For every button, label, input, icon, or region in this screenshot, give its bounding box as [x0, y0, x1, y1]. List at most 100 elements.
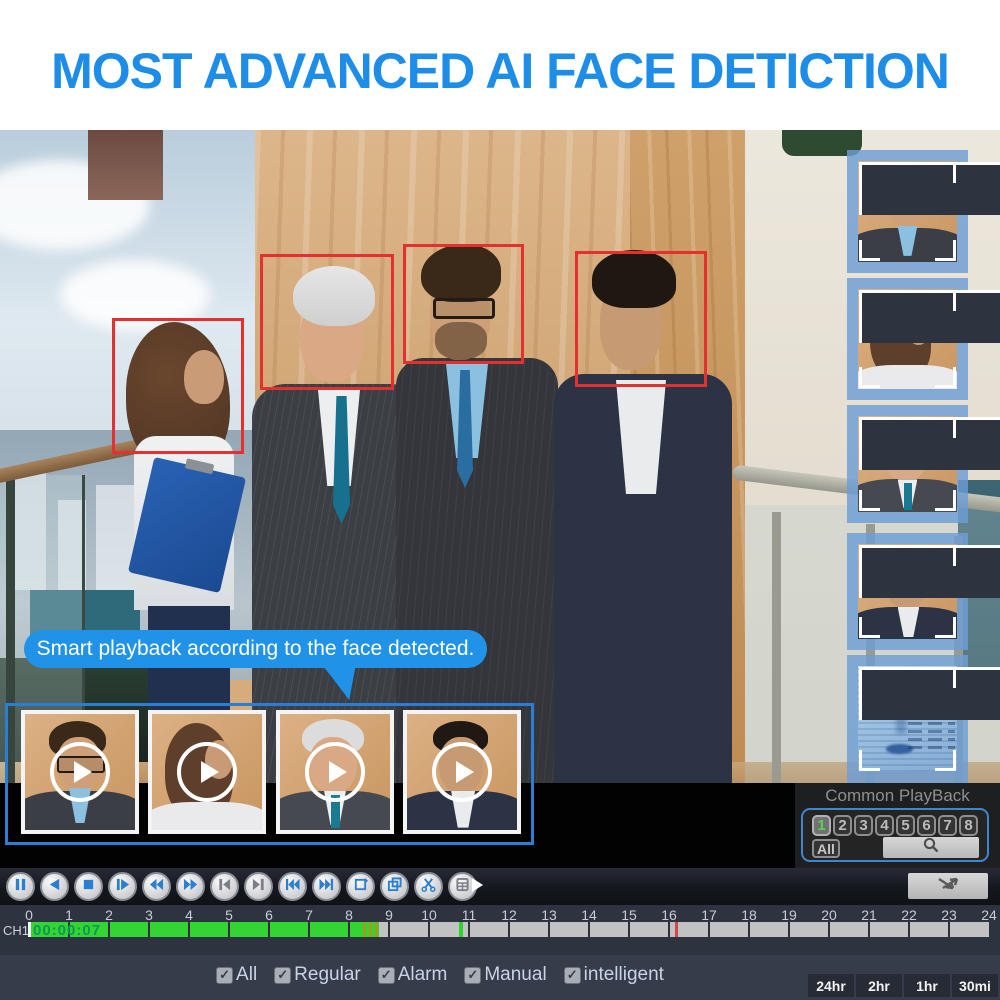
corner-bracket-icon — [859, 750, 880, 771]
hour-tick — [188, 922, 190, 937]
stop-button[interactable] — [74, 872, 103, 901]
channel-button-8[interactable]: 8 — [959, 815, 978, 836]
current-time-label: 00:00:07 — [33, 922, 101, 939]
corner-bracket-icon — [859, 162, 1000, 215]
channel-button-4[interactable]: 4 — [875, 815, 894, 836]
cut-button[interactable] — [414, 872, 443, 901]
channel-buttons-row: 12345678 — [812, 815, 978, 836]
filter-alarm[interactable]: ✓Alarm — [378, 964, 448, 986]
playback-clip-elder-man[interactable] — [276, 710, 394, 834]
time-range-buttons: 24hr2hr1hr30mi — [808, 974, 998, 997]
magnifier-icon — [922, 836, 940, 859]
copy-button[interactable] — [380, 872, 409, 901]
all-channels-button[interactable]: All — [812, 839, 840, 858]
alarm-tick — [369, 922, 372, 937]
checkbox-all[interactable]: ✓ — [216, 967, 233, 984]
ai-face-scan — [847, 655, 968, 783]
record-type-filters: ✓All✓Regular✓Alarm✓Manual✓intelligent — [0, 964, 880, 986]
loop-icon — [353, 877, 368, 897]
filter-label: All — [236, 964, 257, 986]
play-frame-button[interactable] — [108, 872, 137, 901]
hour-label-3: 3 — [134, 907, 164, 923]
swap-button[interactable] — [908, 873, 988, 899]
channel-button-7[interactable]: 7 — [938, 815, 957, 836]
save-icon — [455, 877, 470, 897]
hour-tick — [588, 922, 590, 937]
corner-bracket-icon — [935, 367, 956, 388]
channel-button-5[interactable]: 5 — [896, 815, 915, 836]
range-button-2hr[interactable]: 2hr — [856, 974, 902, 997]
play-button[interactable] — [305, 742, 365, 802]
fast-forward-button[interactable] — [176, 872, 205, 901]
channel-button-3[interactable]: 3 — [854, 815, 873, 836]
corner-bracket-icon — [859, 617, 880, 638]
timeline-bar[interactable] — [29, 922, 989, 937]
channel-button-1[interactable]: 1 — [812, 815, 831, 836]
channel-button-6[interactable]: 6 — [917, 815, 936, 836]
detected-face-young-man[interactable] — [847, 533, 968, 650]
checkbox-alarm[interactable]: ✓ — [378, 967, 395, 984]
playback-clip-woman[interactable] — [148, 710, 266, 834]
play-button[interactable] — [177, 742, 237, 802]
play-frame-icon — [115, 877, 130, 897]
hour-label-7: 7 — [294, 907, 324, 923]
green-event-marker — [459, 922, 463, 937]
red-event-marker — [675, 922, 678, 937]
railing-post — [772, 512, 781, 785]
filter-label: Regular — [294, 964, 361, 986]
detected-face-man-glasses[interactable] — [847, 150, 968, 273]
common-playback-title: Common PlayBack — [795, 786, 1000, 806]
hour-label-13: 13 — [534, 907, 564, 923]
checkbox-manual[interactable]: ✓ — [464, 967, 481, 984]
channel-button-2[interactable]: 2 — [833, 815, 852, 836]
detected-face-woman[interactable] — [847, 278, 968, 400]
copy-icon — [387, 877, 402, 897]
checkbox-regular[interactable]: ✓ — [274, 967, 291, 984]
hour-label-8: 8 — [334, 907, 364, 923]
filter-regular[interactable]: ✓Regular — [274, 964, 361, 986]
filter-manual[interactable]: ✓Manual — [464, 964, 546, 986]
bottom-bar: ✓All✓Regular✓Alarm✓Manual✓intelligent 24… — [0, 955, 1000, 1000]
loop-button[interactable] — [346, 872, 375, 901]
pause-button[interactable] — [6, 872, 35, 901]
hour-label-5: 5 — [214, 907, 244, 923]
face-detection-box — [403, 244, 524, 364]
stop-icon — [81, 877, 96, 897]
hour-label-2: 2 — [94, 907, 124, 923]
hour-label-17: 17 — [694, 907, 724, 923]
rewind-button[interactable] — [142, 872, 171, 901]
corner-bracket-icon — [935, 617, 956, 638]
detected-face-elder-man[interactable] — [847, 405, 968, 523]
hour-tick — [428, 922, 430, 937]
corner-bracket-icon — [935, 750, 956, 771]
range-button-30mi[interactable]: 30mi — [952, 974, 998, 997]
alarm-tick — [363, 922, 366, 937]
hour-tick — [108, 922, 110, 937]
hour-tick — [348, 922, 350, 937]
hour-tick — [828, 922, 830, 937]
checkbox-intelligent[interactable]: ✓ — [564, 967, 581, 984]
play-button[interactable] — [50, 742, 110, 802]
rewind-icon — [149, 877, 164, 897]
prev-frame-button[interactable] — [210, 872, 239, 901]
hour-label-6: 6 — [254, 907, 284, 923]
hour-label-14: 14 — [574, 907, 604, 923]
range-button-24hr[interactable]: 24hr — [808, 974, 854, 997]
corner-bracket-icon — [859, 417, 1000, 470]
playback-clip-man-glasses[interactable] — [21, 710, 139, 834]
filter-all[interactable]: ✓All — [216, 964, 257, 986]
next-file-button[interactable] — [312, 872, 341, 901]
range-button-1hr[interactable]: 1hr — [904, 974, 950, 997]
search-button[interactable] — [883, 837, 979, 858]
expand-arrow-icon[interactable] — [472, 878, 483, 892]
playback-clip-young-man[interactable] — [403, 710, 521, 834]
play-reverse-button[interactable] — [40, 872, 69, 901]
corner-bracket-icon — [935, 290, 956, 311]
filter-intelligent[interactable]: ✓intelligent — [564, 964, 664, 986]
prev-file-button[interactable] — [278, 872, 307, 901]
channel-select-box: 12345678 All — [801, 808, 989, 862]
next-frame-button[interactable] — [244, 872, 273, 901]
prev-file-icon — [285, 877, 300, 897]
building-edge — [88, 130, 163, 200]
play-button[interactable] — [432, 742, 492, 802]
